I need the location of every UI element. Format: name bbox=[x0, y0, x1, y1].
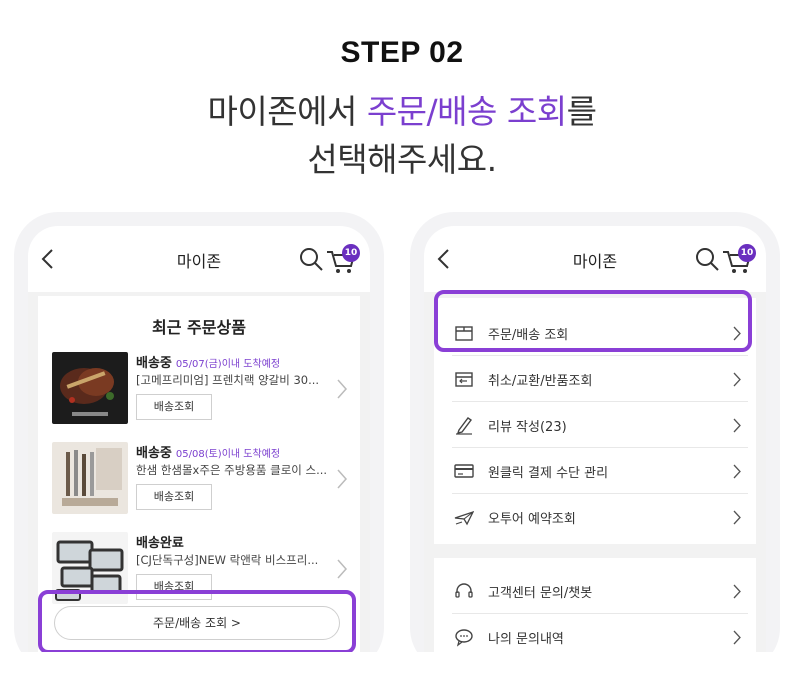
headline-accent: 주문/배송 조회 bbox=[366, 92, 567, 131]
top-bar: 마이존 10 bbox=[424, 226, 766, 292]
track-delivery-button[interactable]: 배송조회 bbox=[136, 484, 212, 510]
chat-icon bbox=[455, 629, 473, 647]
chevron-right-icon bbox=[733, 372, 741, 387]
order-status: 배송중 05/07(금)이내 도착예정 bbox=[136, 356, 281, 371]
delivery-date: 05/08(토)이내 도착예정 bbox=[175, 449, 281, 460]
product-image-lamb bbox=[52, 352, 128, 424]
delivery-date: 05/07(금)이내 도착예정 bbox=[175, 359, 281, 370]
search-icon[interactable] bbox=[694, 246, 720, 272]
headline-line1: 마이존에서 주문/배송 조회를 bbox=[207, 92, 597, 131]
menu-item-write-review[interactable]: 리뷰 작성(23) bbox=[452, 402, 748, 448]
order-item[interactable]: 배송중 05/08(토)이내 도착예정 한샘 한샘몰x주은 주방용품 클로이 스.… bbox=[52, 442, 350, 518]
product-name: [고메프리미엄] 프렌치랙 양갈비 30... bbox=[136, 373, 320, 387]
menu-item-payment-methods[interactable]: 원클릭 결제 수단 관리 bbox=[452, 448, 748, 494]
plane-icon bbox=[454, 510, 474, 526]
cart-badge: 10 bbox=[342, 244, 360, 262]
headset-icon bbox=[455, 583, 473, 598]
chevron-right-icon bbox=[733, 584, 741, 599]
step-header: STEP 02 bbox=[0, 36, 804, 72]
menu-item-label: 오투어 예약조회 bbox=[488, 512, 576, 527]
order-status: 배송완료 bbox=[136, 536, 184, 551]
headline: 마이존에서 주문/배송 조회를 선택해주세요. bbox=[0, 88, 804, 184]
chevron-right-icon bbox=[337, 559, 348, 579]
card-icon bbox=[454, 464, 474, 478]
chevron-right-icon bbox=[733, 418, 741, 433]
chevron-right-icon bbox=[733, 510, 741, 525]
pen-icon bbox=[456, 417, 473, 435]
right-phone-mockup: 마이존 10 주문/배송 조회 취소/교환/반품조회 리뷰 작성(23) 원클릭… bbox=[410, 212, 780, 672]
menu-item-label: 고객센터 문의/챗봇 bbox=[488, 586, 593, 601]
track-delivery-button[interactable]: 배송조회 bbox=[136, 394, 212, 420]
product-image-kitchenware bbox=[52, 442, 128, 514]
chevron-right-icon bbox=[733, 464, 741, 479]
cart-badge: 10 bbox=[738, 244, 756, 262]
chevron-right-icon bbox=[337, 379, 348, 399]
menu-item-label: 취소/교환/반품조회 bbox=[488, 374, 593, 389]
cart-button[interactable]: 10 bbox=[722, 244, 756, 274]
menu-item-otour-reservation[interactable]: 오투어 예약조회 bbox=[452, 494, 748, 540]
chevron-right-icon bbox=[733, 630, 741, 645]
product-name: [CJ단독구성]NEW 락앤락 비스프리... bbox=[136, 553, 319, 567]
headline-line2: 선택해주세요. bbox=[307, 140, 497, 179]
cart-button[interactable]: 10 bbox=[326, 244, 360, 274]
menu-item-label: 나의 문의내역 bbox=[488, 632, 564, 647]
recent-orders-title: 최근 주문상품 bbox=[152, 318, 246, 337]
page-bottom bbox=[0, 652, 804, 686]
product-name: 한샘 한샘몰x주은 주방용품 클로이 스... bbox=[136, 463, 326, 477]
menu-item-cancel-exchange-return[interactable]: 취소/교환/반품조회 bbox=[452, 356, 748, 402]
highlight-frame bbox=[38, 590, 356, 654]
chevron-right-icon bbox=[337, 469, 348, 489]
menu-item-customer-center[interactable]: 고객센터 문의/챗봇 bbox=[452, 568, 748, 614]
menu-item-label: 리뷰 작성(23) bbox=[488, 420, 567, 435]
customer-service-menu: 고객센터 문의/챗봇 나의 문의내역 bbox=[434, 558, 756, 656]
menu-item-label: 원클릭 결제 수단 관리 bbox=[488, 466, 609, 481]
order-status: 배송중 05/08(토)이내 도착예정 bbox=[136, 446, 281, 461]
order-item[interactable]: 배송중 05/07(금)이내 도착예정 [고메프리미엄] 프렌치랙 양갈비 30.… bbox=[52, 352, 350, 428]
return-icon bbox=[455, 372, 473, 387]
search-icon[interactable] bbox=[298, 246, 324, 272]
highlight-frame bbox=[434, 290, 752, 352]
step-badge: STEP 02 bbox=[330, 36, 474, 72]
top-bar: 마이존 10 bbox=[28, 226, 370, 292]
menu-item-my-inquiries[interactable]: 나의 문의내역 bbox=[452, 614, 748, 656]
